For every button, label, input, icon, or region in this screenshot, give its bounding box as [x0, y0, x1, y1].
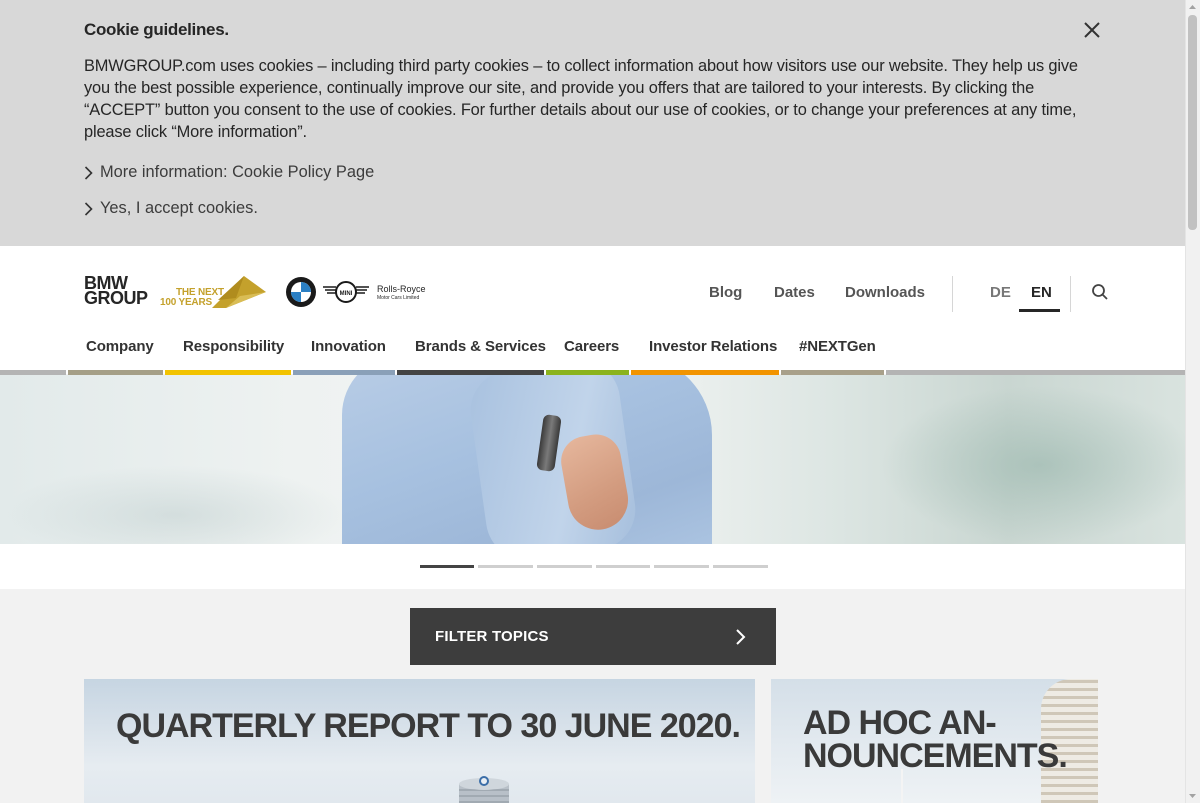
hero-image[interactable]	[0, 375, 1185, 544]
lang-en[interactable]: EN	[1031, 284, 1052, 301]
slider-dot-2[interactable]	[478, 565, 533, 568]
teaser-title-line-2: NOUNCEMENTS.	[803, 737, 1068, 775]
chevron-right-icon	[736, 629, 746, 645]
lang-active-indicator	[1019, 309, 1060, 312]
chevron-right-icon	[84, 201, 93, 216]
nav-brands-services[interactable]: Brands & Services	[415, 338, 546, 355]
cookie-text: BMWGROUP.com uses cookies – including th…	[84, 57, 1078, 141]
search-icon[interactable]	[1091, 283, 1109, 301]
cookie-title: Cookie guidelines.	[84, 20, 229, 39]
teaser-title: QUARTERLY REPORT TO 30 JUNE 2020.	[116, 707, 741, 745]
slider-pagination	[0, 544, 1185, 589]
bmw-roundel-icon	[286, 277, 316, 307]
next-line-2: 100 YEARS	[160, 297, 212, 308]
teaser-quarterly-report[interactable]: QUARTERLY REPORT TO 30 JUNE 2020.	[84, 679, 755, 803]
divider	[952, 276, 953, 312]
scroll-down-icon[interactable]	[1188, 792, 1197, 800]
nav-blog[interactable]: Blog	[709, 284, 742, 301]
teaser-ad-hoc-announcements[interactable]: AD HOC AN- NOUNCEMENTS.	[771, 679, 1098, 803]
cookie-accept-link[interactable]: Yes, I accept cookies.	[84, 199, 258, 218]
hero-background	[880, 385, 1185, 544]
scroll-up-icon[interactable]	[1188, 3, 1197, 11]
teaser-title: AD HOC AN- NOUNCEMENTS.	[803, 704, 1068, 775]
nav-innovation[interactable]: Innovation	[311, 338, 386, 355]
scrollbar-thumb[interactable]	[1188, 15, 1197, 230]
lang-de[interactable]: DE	[990, 284, 1011, 301]
filter-topics-label: FILTER TOPICS	[435, 628, 549, 645]
slider-dot-1[interactable]	[420, 565, 474, 568]
chevron-right-icon	[84, 165, 93, 180]
brand-logos: MINI	[286, 277, 369, 307]
close-icon[interactable]	[1081, 19, 1103, 41]
hero-background	[0, 465, 350, 544]
cookie-more-info-link[interactable]: More information: Cookie Policy Page	[84, 163, 374, 182]
rolls-royce-logo: Rolls-Royce Motor Cars Limited	[377, 285, 426, 302]
nav-investor-relations[interactable]: Investor Relations	[649, 338, 777, 355]
cookie-accept-label: Yes, I accept cookies.	[100, 199, 258, 217]
rr-line-2: Motor Cars Limited	[377, 295, 420, 301]
divider	[1070, 276, 1071, 312]
cookie-more-info-label: More information: Cookie Policy Page	[100, 163, 375, 181]
nav-company[interactable]: Company	[86, 338, 154, 355]
bmw-headquarters-image	[459, 776, 509, 803]
slider-dot-6[interactable]	[713, 565, 768, 568]
mini-logo-icon: MINI	[323, 281, 369, 303]
svg-text:MINI: MINI	[340, 291, 353, 297]
slider-dot-5[interactable]	[654, 565, 709, 568]
bmw-group-logo[interactable]: BMW GROUP	[84, 274, 148, 308]
nav-dates[interactable]: Dates	[774, 284, 815, 301]
rr-line-1: Rolls-Royce	[377, 284, 426, 294]
nav-nextgen[interactable]: #NEXTGen	[799, 338, 876, 355]
nav-careers[interactable]: Careers	[564, 338, 619, 355]
filter-topics-button[interactable]: FILTER TOPICS	[410, 608, 776, 665]
logo-line-2: GROUP	[84, 288, 148, 308]
next-100-years-text: THE NEXT 100 YEARS	[160, 288, 224, 308]
nav-downloads[interactable]: Downloads	[845, 284, 925, 301]
teaser-title-line-1: AD HOC AN-	[803, 704, 997, 742]
slider-dot-4[interactable]	[596, 565, 650, 568]
slider-dot-3[interactable]	[537, 565, 592, 568]
nav-responsibility[interactable]: Responsibility	[183, 338, 284, 355]
